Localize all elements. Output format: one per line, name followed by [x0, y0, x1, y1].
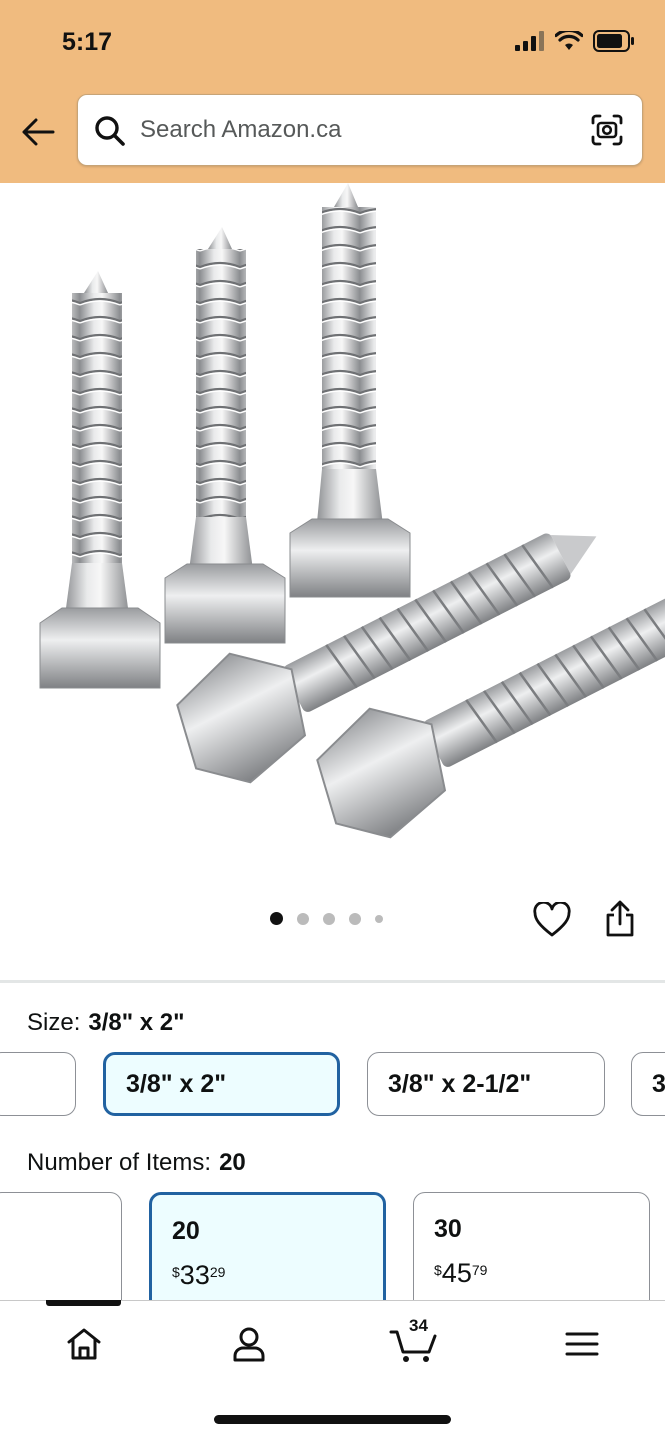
share-icon — [606, 900, 634, 937]
screw-2 — [164, 227, 286, 644]
item-count-price: $3329 — [172, 1260, 363, 1291]
camera-search-icon[interactable] — [590, 113, 624, 147]
wifi-icon — [555, 31, 583, 50]
size-option[interactable]: 3 — [631, 1052, 665, 1116]
size-option[interactable]: 3/8" x 2-1/2" — [367, 1052, 605, 1116]
section-divider — [0, 980, 665, 983]
pagination-dot[interactable] — [297, 912, 309, 925]
tab-menu[interactable] — [552, 1322, 612, 1366]
tab-home[interactable] — [54, 1322, 114, 1366]
price-symbol: $ — [172, 1264, 180, 1280]
size-option-selected[interactable]: 3/8" x 2" — [103, 1052, 340, 1116]
pagination-dot[interactable] — [323, 912, 335, 925]
pagination-dot[interactable] — [270, 912, 283, 925]
product-image[interactable] — [0, 183, 665, 923]
search-input[interactable] — [140, 109, 570, 151]
size-option[interactable] — [0, 1052, 76, 1116]
size-label-row: Size: 3/8" x 2" — [27, 1009, 185, 1037]
battery-icon — [593, 30, 634, 52]
menu-icon — [565, 1332, 599, 1356]
cart-count-badge: 34 — [409, 1316, 428, 1335]
price-symbol: $ — [434, 1262, 442, 1278]
item-count-qty: 20 — [172, 1217, 200, 1245]
price-cents: 29 — [209, 1264, 226, 1280]
home-icon — [67, 1328, 101, 1360]
size-selected-value: 3/8" x 2" — [88, 1009, 185, 1036]
signal-icon — [515, 31, 544, 51]
screws-image — [39, 183, 665, 839]
tab-profile[interactable] — [219, 1322, 279, 1366]
item-count-price: $4579 — [434, 1258, 629, 1289]
heart-icon — [533, 900, 571, 937]
price-whole: 45 — [441, 1258, 472, 1288]
screw-1 — [39, 271, 161, 689]
price-whole: 33 — [179, 1260, 210, 1290]
back-button[interactable] — [18, 110, 58, 154]
items-selected-value: 20 — [219, 1149, 246, 1176]
active-tab-indicator — [46, 1300, 121, 1306]
size-option-label: 3 — [652, 1069, 665, 1098]
profile-icon — [233, 1327, 265, 1362]
share-button[interactable] — [604, 900, 636, 943]
pagination-dot[interactable] — [349, 912, 361, 925]
image-pagination[interactable] — [270, 912, 383, 925]
size-label: Size: — [27, 1009, 81, 1036]
size-option-label: 3/8" x 2" — [126, 1069, 227, 1098]
search-bar[interactable] — [77, 94, 643, 166]
pagination-dot[interactable] — [375, 914, 383, 923]
status-icons — [515, 30, 635, 52]
search-icon — [95, 116, 125, 146]
back-arrow-icon — [22, 118, 55, 146]
size-option-label: 3/8" x 2-1/2" — [388, 1069, 532, 1098]
items-label: Number of Items: — [27, 1149, 212, 1176]
home-indicator — [214, 1415, 451, 1424]
status-time: 5:17 — [62, 28, 113, 56]
item-count-qty: 30 — [434, 1215, 462, 1243]
screw-3 — [289, 183, 411, 598]
price-cents: 79 — [471, 1262, 488, 1278]
wishlist-button[interactable] — [533, 900, 571, 943]
items-label-row: Number of Items: 20 — [27, 1149, 246, 1177]
